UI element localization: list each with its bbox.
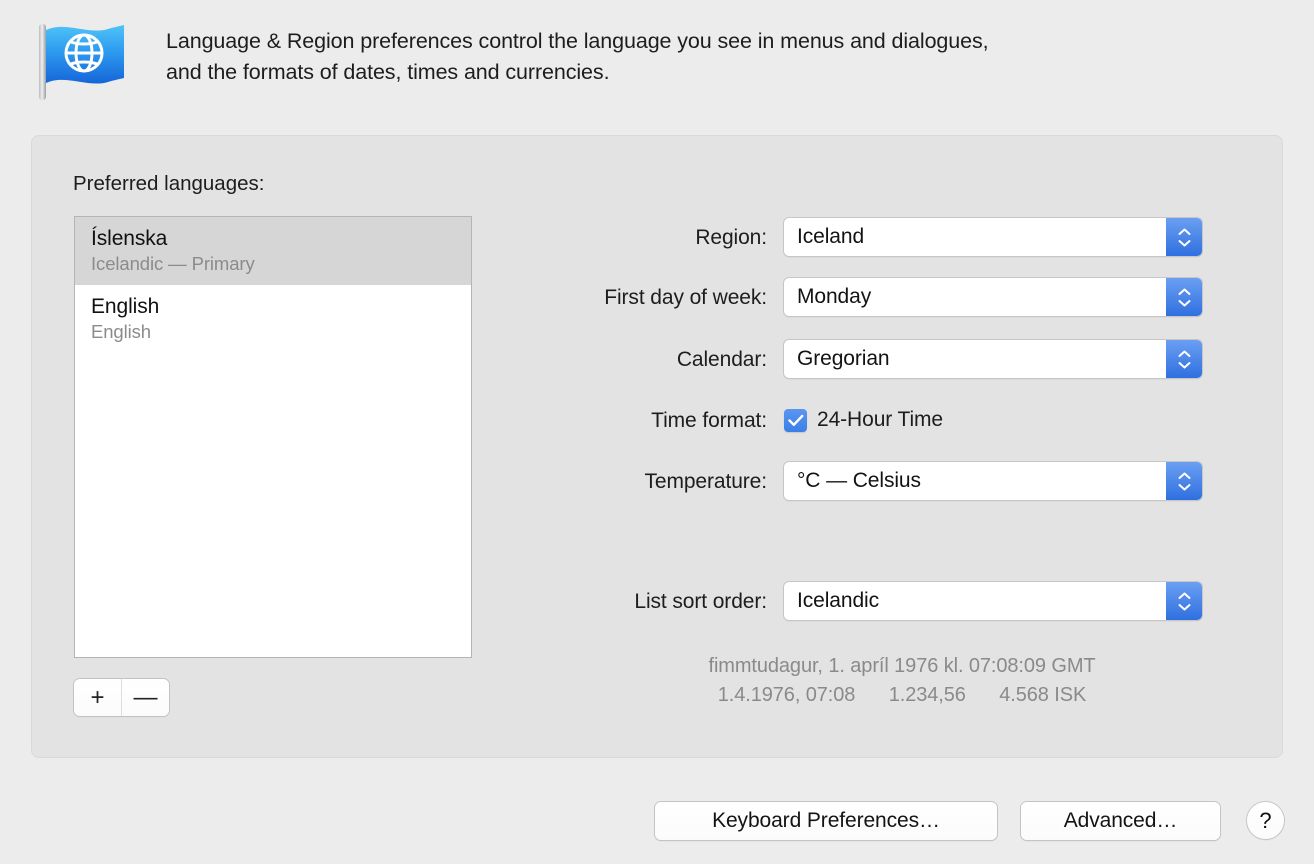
keyboard-preferences-button[interactable]: Keyboard Preferences… [655,802,997,840]
list-sort-order-popup-button[interactable]: Icelandic [784,582,1202,620]
format-preview-number: 1.234,56 [889,684,966,706]
header-description: Language & Region preferences control th… [166,26,1256,88]
region-row: Region: Iceland [32,218,1212,258]
add-remove-language-control[interactable]: + — [74,679,169,716]
preferred-languages-label: Preferred languages: [73,172,264,196]
chevron-up-down-icon [1166,582,1202,620]
time-format-row: Time format: 24-Hour Time [32,401,1212,441]
time-format-label: Time format: [347,409,767,433]
list-sort-order-value: Icelandic [784,589,1166,613]
header-banner: Language & Region preferences control th… [0,0,1314,120]
remove-language-button[interactable]: — [121,679,169,716]
chevron-up-down-icon [1166,218,1202,256]
temperature-popup-button[interactable]: °C — Celsius [784,462,1202,500]
chevron-up-down-icon [1166,340,1202,378]
format-preview: fimmtudagur, 1. apríl 1976 kl. 07:08:09 … [592,652,1212,710]
chevron-up-down-icon [1166,462,1202,500]
calendar-label: Calendar: [347,348,767,372]
calendar-popup-button[interactable]: Gregorian [784,340,1202,378]
checkmark-icon[interactable] [784,409,807,432]
flag-globe-icon [36,22,128,102]
temperature-label: Temperature: [347,470,767,494]
help-button[interactable]: ? [1247,802,1284,839]
calendar-value: Gregorian [784,347,1166,371]
footer-button-bar: Keyboard Preferences… Advanced… ? [0,799,1314,844]
time-format-checkbox-group[interactable]: 24-Hour Time [784,401,943,439]
add-language-button[interactable]: + [74,679,121,716]
first-day-of-week-row: First day of week: Monday [32,278,1212,318]
region-value: Iceland [784,225,1166,249]
header-description-line2: and the formats of dates, times and curr… [166,57,1256,88]
list-sort-order-label: List sort order: [347,590,767,614]
format-preview-currency: 4.568 ISK [999,684,1086,706]
format-preview-short-date: 1.4.1976, 07:08 [718,684,856,706]
temperature-value: °C — Celsius [784,469,1166,493]
region-label: Region: [347,226,767,250]
temperature-row: Temperature: °C — Celsius [32,462,1212,502]
first-day-of-week-value: Monday [784,285,1166,309]
format-preview-long-datetime: fimmtudagur, 1. apríl 1976 kl. 07:08:09 … [592,652,1212,681]
list-sort-order-row: List sort order: Icelandic [32,582,1212,622]
chevron-up-down-icon [1166,278,1202,316]
header-description-line1: Language & Region preferences control th… [166,26,1256,57]
region-popup-button[interactable]: Iceland [784,218,1202,256]
format-preview-short-line: 1.4.1976, 07:08 1.234,56 4.568 ISK [592,681,1212,710]
first-day-of-week-popup-button[interactable]: Monday [784,278,1202,316]
first-day-of-week-label: First day of week: [347,286,767,310]
advanced-button[interactable]: Advanced… [1021,802,1220,840]
settings-panel: Preferred languages: Íslenska Icelandic … [31,135,1283,758]
time-format-checkbox-label: 24-Hour Time [817,408,943,432]
calendar-row: Calendar: Gregorian [32,340,1212,380]
